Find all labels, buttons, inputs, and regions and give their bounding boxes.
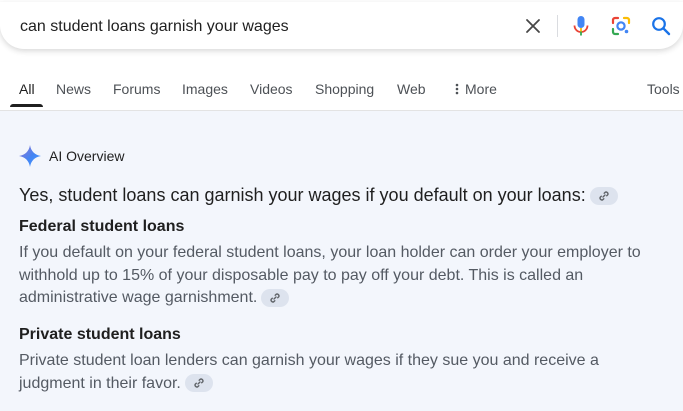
search-input[interactable] [20,16,490,38]
search-tabs: All News Forums Images Videos Shopping W… [0,78,683,110]
google-lens-icon [611,16,631,36]
tab-forums[interactable]: Forums [113,81,160,97]
microphone-icon [573,16,589,36]
tab-web[interactable]: Web [397,81,426,97]
section-text-federal-body: If you default on your federal student l… [19,244,641,306]
ai-overview-headline: Yes, student loans can garnish your wage… [19,183,679,207]
section-heading-private: Private student loans [19,326,181,343]
search-button[interactable] [648,13,674,39]
search-bar-divider [557,15,558,37]
headline-text: Yes, student loans can garnish your wage… [19,185,586,205]
ai-overview-panel: AI Overview Yes, student loans can garni… [0,111,683,411]
active-tab-indicator [10,104,43,107]
section-text-federal: If you default on your federal student l… [19,242,659,310]
tab-more-label: More [465,81,497,97]
image-search-button[interactable] [608,13,634,39]
close-icon [526,19,540,33]
source-link-chip[interactable] [184,374,213,393]
tools-button[interactable]: Tools [647,81,680,97]
tab-videos[interactable]: Videos [250,81,293,97]
voice-search-button[interactable] [568,13,594,39]
section-text-private: Private student loan lenders can garnish… [19,350,659,395]
search-bar [0,2,683,49]
link-icon [194,378,204,388]
link-icon [270,293,280,303]
source-link-chip[interactable] [589,187,618,206]
search-icon [652,17,671,36]
section-text-private-body: Private student loan lenders can garnish… [19,352,599,392]
more-dots-icon [455,83,459,95]
source-link-chip[interactable] [261,288,290,307]
link-icon [599,191,609,201]
section-heading-federal: Federal student loans [19,218,185,235]
tab-images[interactable]: Images [182,81,228,97]
tab-more[interactable]: More [453,81,497,97]
tab-shopping[interactable]: Shopping [315,81,374,97]
clear-search-button[interactable] [520,13,546,39]
sparkle-icon [19,145,41,167]
ai-overview-title: AI Overview [49,148,125,164]
tab-news[interactable]: News [56,81,91,97]
ai-overview-header: AI Overview [19,145,124,167]
tab-all[interactable]: All [19,81,35,97]
